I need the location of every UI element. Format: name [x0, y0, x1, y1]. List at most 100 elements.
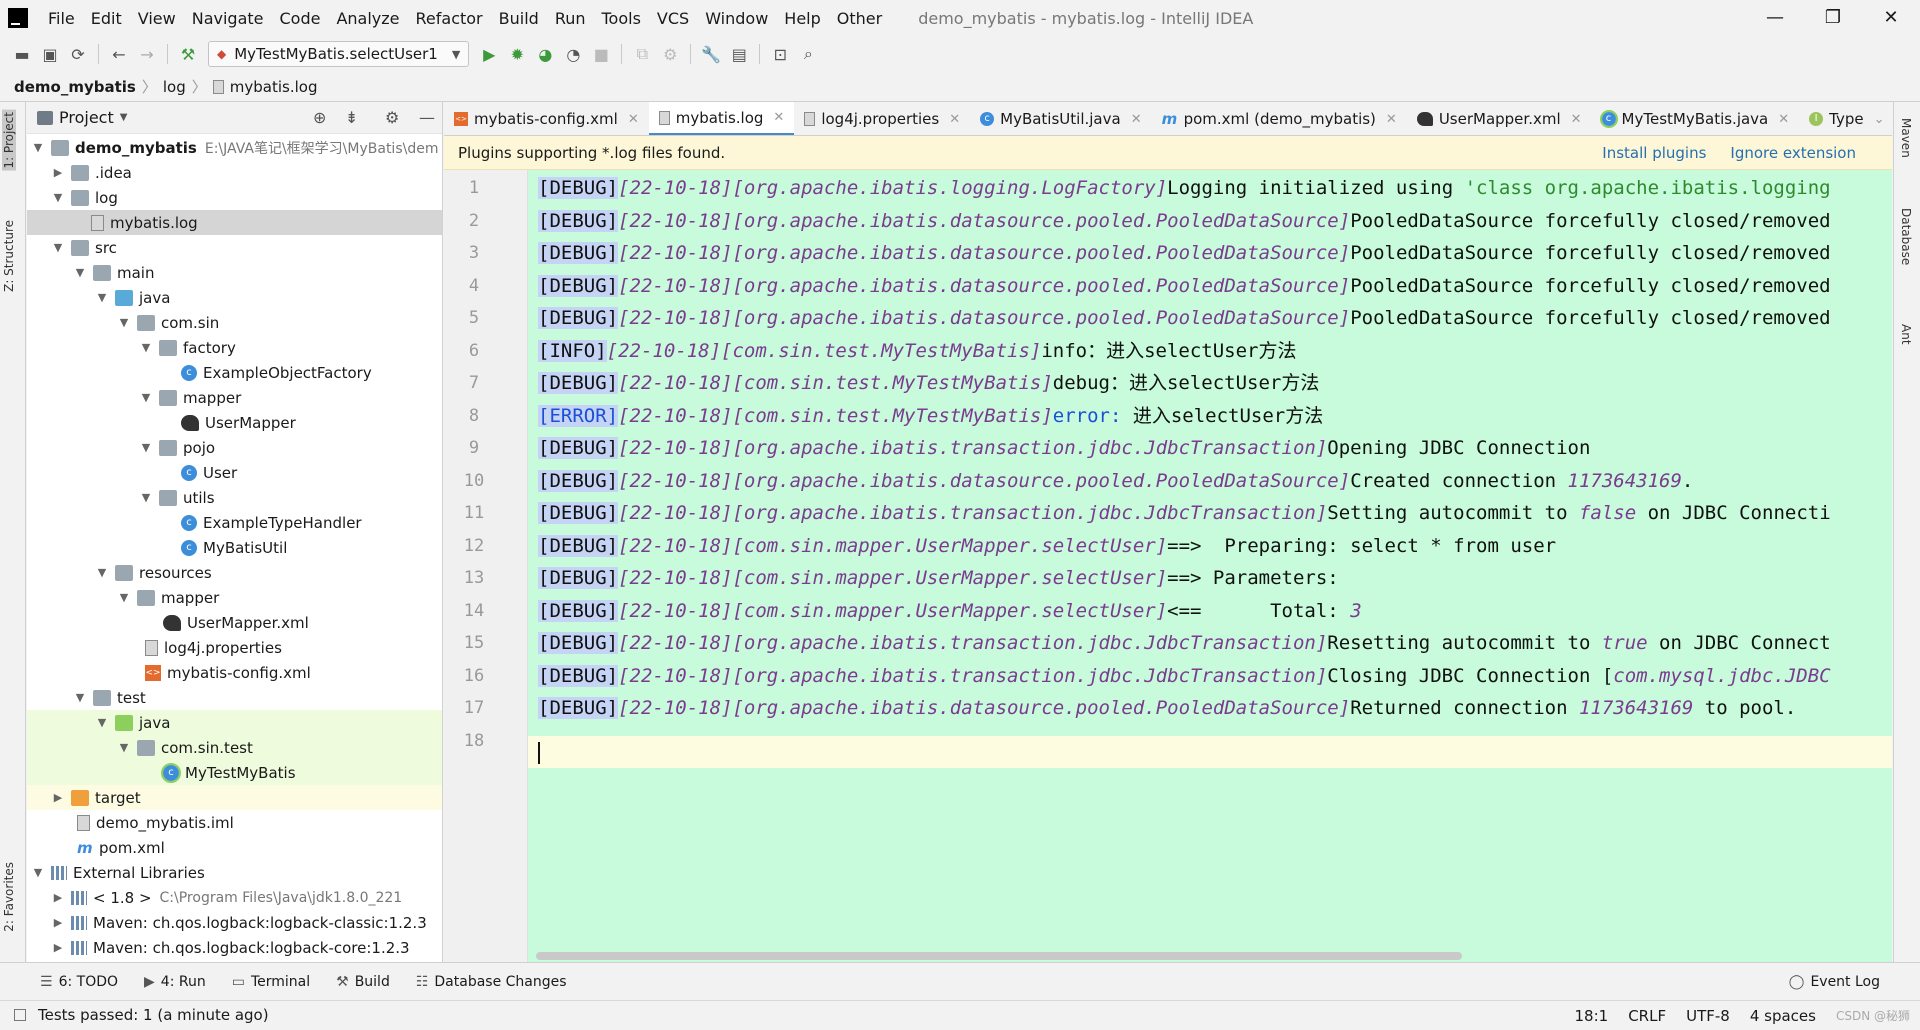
line-separator[interactable]: CRLF — [1628, 1007, 1666, 1025]
tab-mybatis-log[interactable]: mybatis.log ✕ — [648, 102, 795, 135]
expand-arrow-icon[interactable]: ▼ — [117, 591, 131, 604]
tree-item-mybatisutil[interactable]: c MyBatisUtil — [27, 535, 442, 560]
breadcrumb-folder[interactable]: log — [163, 78, 186, 96]
tree-item-idea[interactable]: ▶ .idea — [27, 160, 442, 185]
expand-arrow-icon[interactable]: ▼ — [139, 491, 153, 504]
menu-refactor[interactable]: Refactor — [408, 9, 491, 28]
minimize-icon[interactable]: — — [1746, 0, 1804, 36]
toggle-tool-windows-icon[interactable] — [14, 1009, 26, 1021]
tab-mybatisutil-java[interactable]: c MyBatisUtil.java ✕ — [970, 102, 1151, 135]
tree-item-src[interactable]: ▼ src — [27, 235, 442, 260]
breadcrumb-project[interactable]: demo_mybatis — [14, 78, 136, 96]
tree-item-utils[interactable]: ▼ utils — [27, 485, 442, 510]
close-tab-icon[interactable]: ✕ — [1778, 112, 1789, 127]
expand-arrow-icon[interactable]: ▼ — [95, 291, 109, 304]
menu-view[interactable]: View — [130, 9, 184, 28]
build-tool-button[interactable]: ⚒ Build — [336, 974, 390, 990]
profile-icon[interactable]: ◔ — [559, 40, 587, 68]
close-icon[interactable]: ✕ — [1862, 0, 1920, 36]
log-editor[interactable]: [DEBUG][22-10-18][org.apache.ibatis.logg… — [528, 170, 1892, 962]
sync-icon[interactable]: ⟳ — [64, 40, 92, 68]
hide-panel-icon[interactable]: — — [419, 108, 435, 127]
expand-arrow-icon[interactable]: ▼ — [51, 241, 65, 254]
close-tab-icon[interactable]: ✕ — [1571, 112, 1582, 127]
expand-arrow-icon[interactable]: ▼ — [73, 691, 87, 704]
expand-arrow-icon[interactable]: ▶ — [51, 941, 65, 954]
indent-setting[interactable]: 4 spaces — [1750, 1007, 1816, 1025]
breadcrumb-file[interactable]: mybatis.log — [230, 78, 318, 96]
tree-item-mybatis-log[interactable]: mybatis.log — [27, 210, 442, 235]
expand-arrow-icon[interactable]: ▼ — [139, 441, 153, 454]
horizontal-scrollbar[interactable] — [536, 952, 1462, 960]
expand-arrow-icon[interactable]: ▼ — [95, 566, 109, 579]
tree-item-usermapper[interactable]: UserMapper — [27, 410, 442, 435]
tree-item-iml[interactable]: demo_mybatis.iml — [27, 810, 442, 835]
terminal-tool-button[interactable]: ▭ Terminal — [232, 974, 310, 990]
ignore-extension-link[interactable]: Ignore extension — [1730, 144, 1856, 162]
menu-build[interactable]: Build — [491, 9, 547, 28]
tree-item-demo-mybatis[interactable]: ▼ demo_mybatis E:\JAVA笔记\框架学习\MyBatis\de… — [27, 135, 442, 160]
menu-other[interactable]: Other — [829, 9, 890, 28]
project-structure-icon[interactable]: ▤ — [725, 40, 753, 68]
tree-item-log4j-properties[interactable]: log4j.properties — [27, 635, 442, 660]
tab-pom-xml[interactable]: m pom.xml (demo_mybatis) ✕ — [1152, 102, 1407, 135]
status-message[interactable]: Tests passed: 1 (a minute ago) — [38, 1006, 269, 1024]
database-tool-button[interactable]: Database — [1899, 208, 1913, 265]
expand-arrow-icon[interactable]: ▼ — [95, 716, 109, 729]
settings-gear-icon[interactable]: ⚙ — [385, 108, 399, 127]
menu-edit[interactable]: Edit — [83, 9, 130, 28]
menu-vcs[interactable]: VCS — [649, 9, 697, 28]
ant-tool-button[interactable]: Ant — [1899, 324, 1913, 345]
run-configuration-select[interactable]: ◆ MyTestMyBatis.selectUser1 ▼ — [208, 41, 470, 67]
menu-code[interactable]: Code — [272, 9, 329, 28]
tree-item-logback-core[interactable]: ▶ Maven: ch.qos.logback:logback-core:1.2… — [27, 935, 442, 960]
search-icon[interactable]: ⌕ — [794, 40, 822, 68]
tree-item-pom-xml[interactable]: m pom.xml — [27, 835, 442, 860]
tree-item-test[interactable]: ▼ test — [27, 685, 442, 710]
tree-item-java[interactable]: ▼ java — [27, 285, 442, 310]
project-panel-title[interactable]: Project — [59, 108, 114, 127]
project-tool-button[interactable]: 1: Project — [2, 110, 16, 171]
tab-usermapper-xml[interactable]: UserMapper.xml ✕ — [1407, 102, 1592, 135]
close-tab-icon[interactable]: ✕ — [773, 110, 784, 125]
expand-arrow-icon[interactable]: ▶ — [51, 916, 65, 929]
back-icon[interactable]: ← — [105, 40, 133, 68]
tree-item-usermapper-xml[interactable]: UserMapper.xml — [27, 610, 442, 635]
build-hammer-icon[interactable]: ⚒ — [174, 40, 202, 68]
tree-item-resources[interactable]: ▼ resources — [27, 560, 442, 585]
expand-arrow-icon[interactable]: ▼ — [73, 266, 87, 279]
debug-icon[interactable]: ✹ — [503, 40, 531, 68]
stop-icon[interactable]: ■ — [587, 40, 615, 68]
tree-item-com-sin[interactable]: ▼ com.sin — [27, 310, 442, 335]
tree-item-exampleobjectfactory[interactable]: c ExampleObjectFactory — [27, 360, 442, 385]
collapse-all-icon[interactable]: ⇟ — [345, 108, 358, 127]
close-tab-icon[interactable]: ✕ — [1386, 112, 1397, 127]
tree-item-test-java[interactable]: ▼ java — [27, 710, 442, 735]
menu-window[interactable]: Window — [697, 9, 776, 28]
forward-icon[interactable]: → — [133, 40, 161, 68]
save-icon[interactable]: ▣ — [36, 40, 64, 68]
database-changes-tool-button[interactable]: ☷ Database Changes — [416, 974, 567, 990]
favorites-tool-button[interactable]: 2: Favorites — [2, 862, 16, 932]
coverage-icon[interactable]: ◕ — [531, 40, 559, 68]
tab-mytestmybatis-java[interactable]: c MyTestMyBatis.java ✕ — [1592, 102, 1800, 135]
terminal-window-icon[interactable]: ⊡ — [766, 40, 794, 68]
run-icon[interactable]: ▶ — [475, 40, 503, 68]
tree-item-user[interactable]: c User — [27, 460, 442, 485]
expand-arrow-icon[interactable]: ▼ — [51, 191, 65, 204]
menu-navigate[interactable]: Navigate — [184, 9, 272, 28]
tree-item-main[interactable]: ▼ main — [27, 260, 442, 285]
close-tab-icon[interactable]: ✕ — [1131, 112, 1142, 127]
close-tab-icon[interactable]: ✕ — [628, 112, 639, 127]
todo-tool-button[interactable]: ☰ 6: TODO — [40, 974, 118, 990]
chevron-down-icon[interactable]: ▼ — [120, 112, 128, 123]
tree-item-log[interactable]: ▼ log — [27, 185, 442, 210]
locate-target-icon[interactable]: ⊕ — [313, 108, 326, 127]
expand-arrow-icon[interactable]: ▶ — [51, 791, 65, 804]
event-log-button[interactable]: ◯ Event Log — [1789, 963, 1880, 1001]
tab-type[interactable]: I Type ⌄ — [1799, 102, 1892, 135]
attach-debugger-icon[interactable]: ⧉ — [628, 40, 656, 68]
tree-item-resources-mapper[interactable]: ▼ mapper — [27, 585, 442, 610]
expand-arrow-icon[interactable]: ▶ — [51, 891, 65, 904]
settings-gear-icon[interactable]: ⚙ — [656, 40, 684, 68]
